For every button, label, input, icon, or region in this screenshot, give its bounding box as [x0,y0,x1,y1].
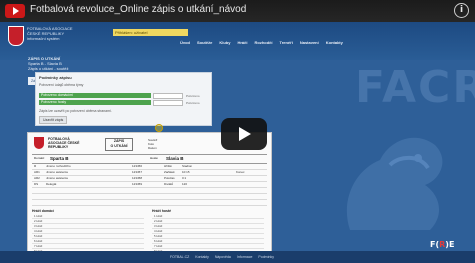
video-frame[interactable]: FOTBALOVÁ ASOCIACE ČESKÉ REPUBLIKY infor… [0,0,475,263]
footer-link[interactable]: Podmínky [258,255,274,259]
footer-link[interactable]: Informace [237,255,253,259]
header-line-3: informační systém [27,36,60,41]
sub-line: Zápis o utkání - soutěž [28,66,69,71]
table-cell: DS [34,182,39,186]
table-cell: R [34,164,37,168]
home-confirm-note: Potvrzeno [186,94,200,98]
teams-row: Domácí Sparta B Hosté Slavia B [32,154,267,164]
player-name: 1 Hráč [154,214,163,218]
table-cell: 0:1 [182,176,187,180]
footer-link[interactable]: Nápověda [215,255,231,259]
table-cell: 10:15 [182,170,190,174]
table-cell: Jméno asistenta [46,176,68,180]
player-name: 4 Hráč [154,229,163,233]
nav-item-clubs[interactable]: Kluby [219,40,230,45]
match-report-document: FOTBALOVÁ ASOCIACE ČESKÉ REPUBLIKY ZÁPIS… [27,132,272,260]
panel-footnote: Zápis lze uzavřít po potvrzení oběma str… [39,109,112,113]
table-cell: Poločas [164,176,175,180]
player-name: 7 Hráč [34,244,43,248]
home-label: Domácí [34,156,45,160]
player-name: 5 Hráč [154,234,163,238]
nav-item-players[interactable]: Hráči [237,40,247,45]
table-cell: Diváků [164,182,174,186]
player-name: 2 Hráč [34,219,43,223]
away-label: Hosté [150,156,158,160]
player-name: 6 Hráč [34,239,43,243]
table-row [32,200,267,206]
table-cell: 123459 [132,182,143,186]
home-player-table: Hráči domácí 1 Hráč 2 Hráč 3 Hráč 4 Hráč 5 H… [32,209,144,254]
login-notice: Přihlášen: uživatel [113,29,188,36]
away-player-table: Hráči hosté 1 Hráč 2 Hráč 3 Hráč 4 Hráč 5 Hr… [152,209,264,254]
table-cell: Začátek [164,170,175,174]
nav-item-competitions[interactable]: Soutěže [197,40,212,45]
nav-item-referees[interactable]: Rozhodčí [254,40,272,45]
brand-part: )E [445,240,455,249]
site-header-text: FOTBALOVÁ ASOCIACE ČESKÉ REPUBLIKY infor… [27,26,73,41]
table-cell: 123456 [132,164,143,168]
table-cell: AR1 [34,170,40,174]
info-icon[interactable]: i [454,3,469,18]
officials-table: R Jméno rozhodčího 123456 Hřiště Stadion AR1 J… [32,164,267,206]
doc-box-line: O UTKÁNÍ [110,144,128,148]
mouse-cursor-icon [155,124,163,132]
table-cell: 120 [182,182,188,186]
close-report-button[interactable]: Uzavřít zápis [39,116,68,124]
away-confirmed-bar: Potvrzeno hosty [39,100,151,105]
table-cell: Jméno rozhodčího [46,164,71,168]
brand-part: F( [430,240,440,249]
player-name: 4 Hráč [34,229,43,233]
document-title-box: ZÁPIS O UTKÁNÍ [105,138,133,151]
video-title[interactable]: Fotbalová revoluce_Online zápis o utkání… [30,4,246,15]
player-name: 3 Hráč [34,224,43,228]
document-crest-icon [34,137,44,149]
facr-watermark: FACR [355,62,475,113]
document-header: FOTBALOVÁ ASOCIACE ČESKÉ REPUBLIKY [48,137,88,149]
doc-meta-line: Datum [148,146,157,150]
table-cell: AR2 [34,176,40,180]
away-confirm-note: Potvrzeno [186,101,200,105]
confirmation-panel: Podmínky zápisu Potvrzení údajů oběma tý… [35,72,212,126]
footer-link[interactable]: Kontakty [195,255,209,259]
lion-emblem-icon [346,137,443,230]
panel-heading: Podmínky zápisu [39,75,72,80]
footer-links: FOTBAL.CZ Kontakty Nápověda Informace Podmín… [170,255,274,259]
table-cell: Stadion [182,164,193,168]
player-name: 3 Hráč [154,224,163,228]
panel-text: Potvrzení údajů oběma týmy [39,83,84,87]
nav-item-home[interactable]: Úvod [180,40,190,45]
nav-item-contacts[interactable]: Kontakty [326,40,343,45]
play-icon[interactable] [221,118,267,150]
footer-link[interactable]: FOTBAL.CZ [170,255,189,259]
home-team: Sparta B [50,156,69,161]
facr-crest-icon [8,26,24,46]
nav-item-coaches[interactable]: Trenéři [279,40,292,45]
video-title-bar: Fotbalová revoluce_Online zápis o utkání… [0,0,475,22]
home-confirm-field[interactable] [153,93,183,99]
player-name: 2 Hráč [154,219,163,223]
player-name: 7 Hráč [154,244,163,248]
facr-brand-logo: F(R)E [430,240,454,249]
player-name: 6 Hráč [154,239,163,243]
doc-header-line: REPUBLIKY [48,145,69,149]
table-cell: Hřiště [164,164,172,168]
top-navigation: Úvod Soutěže Kluby Hráči Rozhodčí Trenéř… [180,40,343,45]
nav-item-settings[interactable]: Nastavení [300,40,319,45]
document-meta: Soutěž Kolo Datum [148,138,157,150]
table-cell: Jméno asistenta [46,170,68,174]
table-cell: 123458 [132,176,143,180]
away-confirm-field[interactable] [153,100,183,106]
table-cell: Delegát [46,182,57,186]
player-name: 1 Hráč [34,214,43,218]
youtube-logo-icon[interactable] [5,4,25,18]
table-cell: Konec [236,170,245,174]
player-name: 5 Hráč [34,234,43,238]
site-footer: FOTBAL.CZ Kontakty Nápověda Informace Podmín… [0,251,475,263]
away-team: Slavia B [166,156,184,161]
table-cell: 123457 [132,170,143,174]
home-confirmed-bar: Potvrzeno domácími [39,93,151,98]
